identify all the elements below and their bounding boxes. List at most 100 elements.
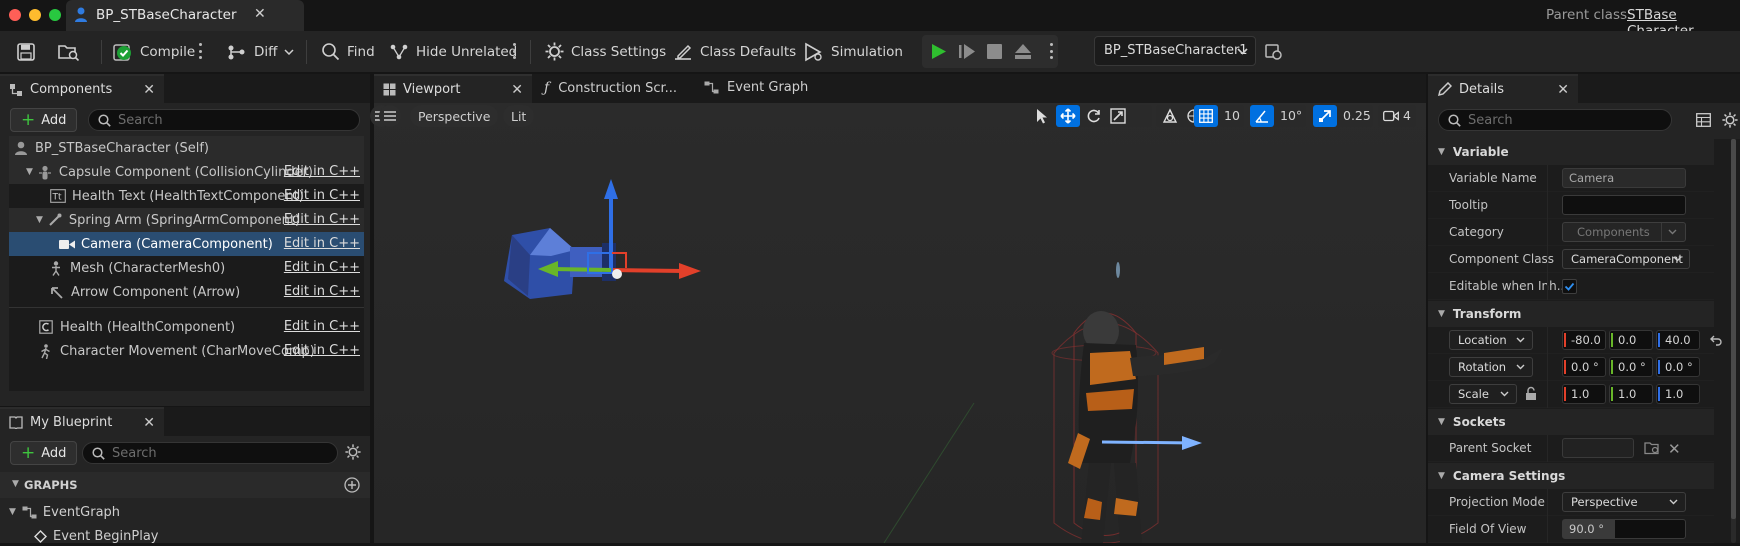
scale-z-field[interactable]: 1.0 — [1656, 384, 1700, 404]
tab-viewport[interactable]: Viewport ✕ — [374, 74, 532, 103]
tree-item-spring-arm[interactable]: ▼ Spring Arm (SpringArmComponent) Edit i… — [9, 208, 364, 232]
tree-item-health[interactable]: Health (HealthComponent) Edit in C++ — [9, 315, 364, 339]
scale-mode-dropdown[interactable]: Scale — [1449, 384, 1517, 404]
component-class-dropdown[interactable]: CameraComponent — [1562, 249, 1690, 269]
close-icon[interactable]: ✕ — [254, 6, 266, 22]
select-icon[interactable] — [1035, 108, 1049, 124]
camera-speed-group[interactable]: 4 — [1378, 105, 1416, 127]
scale-y-field[interactable]: 1.0 — [1609, 384, 1653, 404]
tree-item-arrow[interactable]: Arrow Component (Arrow) Edit in C++ — [9, 280, 364, 304]
table-view-icon[interactable] — [1696, 113, 1711, 127]
stop-icon[interactable] — [987, 44, 1002, 59]
eject-icon[interactable] — [1014, 43, 1032, 60]
event-begin-play-item[interactable]: Event BeginPlay — [34, 526, 159, 546]
advance-frame-icon[interactable] — [958, 43, 976, 60]
grid-snap-toggle[interactable] — [1194, 105, 1218, 127]
variable-section-header[interactable]: ▼ Variable — [1428, 139, 1714, 165]
tab-blueprint[interactable]: BP_STBaseCharacter ✕ — [66, 0, 304, 31]
viewport-menu-button[interactable] — [379, 105, 401, 127]
field-of-view-slider[interactable]: 90.0 ° — [1562, 519, 1686, 539]
scale-x-field[interactable]: 1.0 — [1562, 384, 1606, 404]
location-mode-dropdown[interactable]: Location — [1449, 330, 1533, 350]
expand-arrow-icon[interactable]: ▼ — [36, 215, 43, 225]
window-zoom-button[interactable] — [49, 9, 61, 21]
camera-settings-section-header[interactable]: ▼ Camera Settings — [1428, 463, 1714, 489]
close-icon[interactable]: ✕ — [1557, 82, 1569, 98]
tree-item-mesh[interactable]: Mesh (CharacterMesh0) Edit in C++ — [9, 256, 364, 280]
scrollbar-thumb[interactable] — [1731, 139, 1736, 519]
debug-filter-icon[interactable] — [1265, 43, 1283, 61]
window-minimize-button[interactable] — [29, 9, 41, 21]
category-dropdown[interactable]: Components — [1562, 222, 1686, 242]
add-graph-icon[interactable] — [344, 477, 360, 493]
graphs-section-header[interactable]: ▼ GRAPHS — [0, 472, 370, 498]
edit-in-cpp-link[interactable]: Edit in C++ — [284, 343, 360, 358]
compile-button[interactable]: Compile — [113, 31, 195, 72]
add-component-button[interactable]: + Add — [10, 108, 78, 132]
parent-socket-field[interactable] — [1562, 438, 1634, 458]
tree-item-camera[interactable]: Camera (CameraComponent) Edit in C++ — [9, 232, 364, 256]
add-blueprint-member-button[interactable]: + Add — [10, 441, 78, 465]
world-local-icon[interactable] — [1162, 108, 1178, 124]
browse-folder-icon[interactable] — [58, 43, 80, 61]
class-defaults-button[interactable]: Class Defaults — [673, 31, 796, 72]
tab-construction-script[interactable]: ƒ Construction Scr... — [544, 80, 677, 96]
rotation-x-field[interactable]: 0.0 ° — [1562, 357, 1606, 377]
edit-in-cpp-link[interactable]: Edit in C++ — [284, 260, 360, 275]
edit-in-cpp-link[interactable]: Edit in C++ — [284, 236, 360, 251]
expand-arrow-icon[interactable]: ▼ — [26, 167, 33, 177]
transform-section-header[interactable]: ▼ Transform — [1428, 301, 1714, 327]
debug-object-dropdown[interactable]: BP_STBaseCharacter1 — [1094, 36, 1256, 66]
tree-item-capsule[interactable]: ▼ Capsule Component (CollisionCylinder) … — [9, 160, 364, 184]
clear-icon[interactable]: ✕ — [1668, 440, 1681, 458]
gear-icon[interactable] — [1722, 112, 1738, 128]
translate-tool-button[interactable] — [1056, 105, 1080, 127]
event-graph-item[interactable]: ▼ EventGraph — [9, 502, 120, 522]
details-search-input[interactable]: Search — [1438, 109, 1672, 131]
tree-item-health-text[interactable]: Tt Health Text (HealthTextComponent) Edi… — [9, 184, 364, 208]
edit-in-cpp-link[interactable]: Edit in C++ — [284, 212, 360, 227]
tooltip-field[interactable] — [1562, 195, 1686, 215]
rotate-icon[interactable] — [1086, 108, 1102, 124]
window-close-button[interactable] — [9, 9, 21, 21]
rotation-y-field[interactable]: 0.0 ° — [1609, 357, 1653, 377]
rotation-snap-toggle[interactable] — [1250, 105, 1274, 127]
close-icon[interactable]: ✕ — [511, 82, 523, 98]
rotation-z-field[interactable]: 0.0 ° — [1656, 357, 1700, 377]
location-z-field[interactable]: 40.0 — [1656, 330, 1700, 350]
projection-mode-dropdown[interactable]: Perspective — [1562, 492, 1686, 512]
rotation-snap-group[interactable]: 10° — [1250, 105, 1306, 127]
scale-snap-group[interactable]: 0.25 — [1313, 105, 1373, 127]
tree-item-character-movement[interactable]: Character Movement (CharMoveComp) Edit i… — [9, 339, 364, 363]
location-x-field[interactable]: -80.0 — [1562, 330, 1606, 350]
my-blueprint-search-input[interactable]: Search — [82, 442, 338, 464]
edit-in-cpp-link[interactable]: Edit in C++ — [284, 164, 360, 179]
play-icon[interactable] — [931, 43, 947, 60]
edit-in-cpp-link[interactable]: Edit in C++ — [284, 188, 360, 203]
details-scroll-area[interactable]: ▼ Variable Variable Name Camera Tooltip … — [1428, 139, 1740, 543]
hide-unrelated-button[interactable]: Hide Unrelated — [389, 31, 517, 72]
variable-name-field[interactable]: Camera — [1562, 168, 1686, 188]
sockets-section-header[interactable]: ▼ Sockets — [1428, 409, 1714, 435]
my-blueprint-tab[interactable]: My Blueprint ✕ — [0, 407, 164, 436]
tab-event-graph[interactable]: Event Graph — [704, 80, 808, 95]
close-icon[interactable]: ✕ — [143, 415, 155, 431]
browse-socket-icon[interactable] — [1644, 441, 1660, 455]
scale-snap-toggle[interactable] — [1313, 105, 1337, 127]
class-settings-button[interactable]: Class Settings — [545, 31, 666, 72]
lock-icon[interactable] — [1524, 386, 1538, 401]
components-search-input[interactable]: Search — [88, 109, 360, 131]
expand-arrow-icon[interactable]: ▼ — [9, 507, 16, 517]
hide-unrelated-options-kebab[interactable] — [512, 43, 516, 59]
lit-view-mode-button[interactable]: Lit — [503, 105, 535, 127]
close-icon[interactable]: ✕ — [143, 82, 155, 98]
grid-snap-group[interactable]: 10 — [1194, 105, 1244, 127]
diff-button[interactable]: Diff — [227, 31, 294, 72]
compile-options-kebab[interactable] — [198, 43, 202, 59]
find-button[interactable]: Find — [321, 31, 375, 72]
components-tab[interactable]: Components ✕ — [0, 74, 164, 103]
gear-icon[interactable] — [345, 444, 361, 460]
rotation-mode-dropdown[interactable]: Rotation — [1449, 357, 1533, 377]
edit-in-cpp-link[interactable]: Edit in C++ — [284, 319, 360, 334]
editable-checkbox[interactable] — [1562, 279, 1577, 294]
